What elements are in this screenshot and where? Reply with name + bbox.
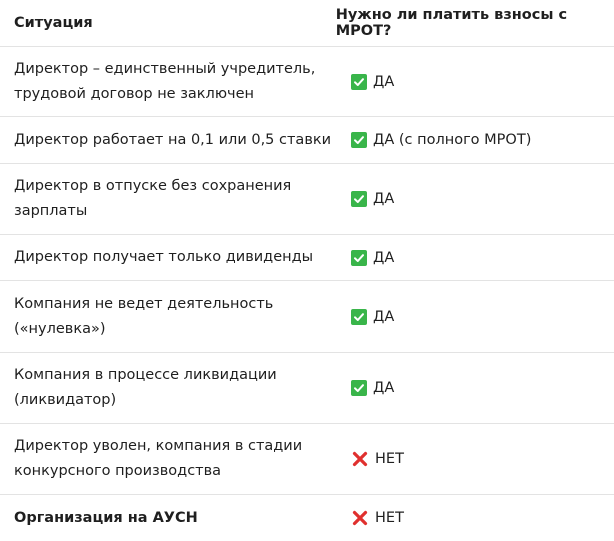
header-situation: Ситуация xyxy=(14,14,93,31)
situation-line: Директор уволен, компания в стадии xyxy=(14,438,303,454)
situation-line: Организация на АУСН xyxy=(14,509,198,526)
situation-line: Компания в процессе ликвидации xyxy=(14,367,277,383)
check-mark-button-icon xyxy=(351,380,367,396)
situation-line: Компания не ведет деятельность xyxy=(14,295,274,312)
answer-cell: НЕТ xyxy=(337,450,404,468)
cross-mark-icon xyxy=(351,509,369,527)
answer-cell: ДА xyxy=(337,380,394,396)
check-mark-button-icon xyxy=(351,73,367,90)
cross-mark-icon xyxy=(351,450,369,468)
check-mark-button-icon xyxy=(351,132,367,148)
situation-line: конкурсного производства xyxy=(14,463,222,479)
answer-text: ДА xyxy=(373,380,395,396)
situation-cell: Организация на АУСН xyxy=(0,506,337,531)
answer-cell: ДА xyxy=(337,191,394,207)
check-mark-button-icon xyxy=(351,308,367,325)
answer-text: НЕТ xyxy=(375,510,404,526)
situation-line: Директор работает на 0,1 или 0,5 ставки xyxy=(14,131,332,148)
answer-cell: ДА xyxy=(337,73,395,90)
situation-cell: Директор в отпуске без сохранения зарпла… xyxy=(0,174,337,224)
table-row: Директор в отпуске без сохранения зарпла… xyxy=(0,164,614,235)
situation-cell: Директор уволен, компания в стадии конку… xyxy=(0,434,337,484)
answer-text: НЕТ xyxy=(375,451,404,467)
situation-cell: Компания не ведет деятельность («нулевка… xyxy=(0,292,337,342)
table-row: Директор уволен, компания в стадии конку… xyxy=(0,424,614,495)
table-header-row: Ситуация Нужно ли платить взносы с МРОТ? xyxy=(0,0,614,47)
answer-cell: ДА (с полного МРОТ) xyxy=(337,132,531,148)
header-answer: Нужно ли платить взносы с МРОТ? xyxy=(335,7,568,39)
answer-cell: НЕТ xyxy=(337,509,404,527)
situation-line: (ликвидатор) xyxy=(14,392,117,408)
situation-cell: Директор – единственный учредитель, труд… xyxy=(0,57,337,107)
answer-text: ДА xyxy=(373,308,395,325)
situation-cell: Директор получает только дивиденды xyxy=(0,245,337,270)
check-mark-button-icon xyxy=(351,249,367,266)
answer-text: ДА xyxy=(373,73,395,90)
contributions-table: Ситуация Нужно ли платить взносы с МРОТ?… xyxy=(0,0,614,541)
answer-cell: ДА xyxy=(337,308,395,325)
table-row: Компания не ведет деятельность («нулевка… xyxy=(0,281,614,353)
answer-text: ДА xyxy=(373,191,395,207)
table-row: Директор – единственный учредитель, труд… xyxy=(0,47,614,117)
table-row: Директор получает только дивиденды ДА xyxy=(0,235,614,281)
situation-line: Директор получает только дивиденды xyxy=(14,249,314,265)
situation-line: («нулевка») xyxy=(14,320,106,337)
table-row: Организация на АУСН НЕТ xyxy=(0,495,614,541)
check-mark-button-icon xyxy=(351,191,367,207)
situation-cell: Компания в процессе ликвидации (ликвидат… xyxy=(0,363,337,413)
answer-cell: ДА xyxy=(337,249,395,266)
answer-text: ДА (с полного МРОТ) xyxy=(373,132,532,148)
situation-line: трудовой договор не заключен xyxy=(14,85,255,102)
table-row: Директор работает на 0,1 или 0,5 ставки … xyxy=(0,117,614,164)
situation-line: зарплаты xyxy=(14,203,88,219)
situation-line: Директор – единственный учредитель, xyxy=(14,60,316,77)
table-row: Компания в процессе ликвидации (ликвидат… xyxy=(0,353,614,424)
situation-line: Директор в отпуске без сохранения xyxy=(14,178,292,194)
answer-text: ДА xyxy=(373,249,395,266)
situation-cell: Директор работает на 0,1 или 0,5 ставки xyxy=(0,128,337,153)
